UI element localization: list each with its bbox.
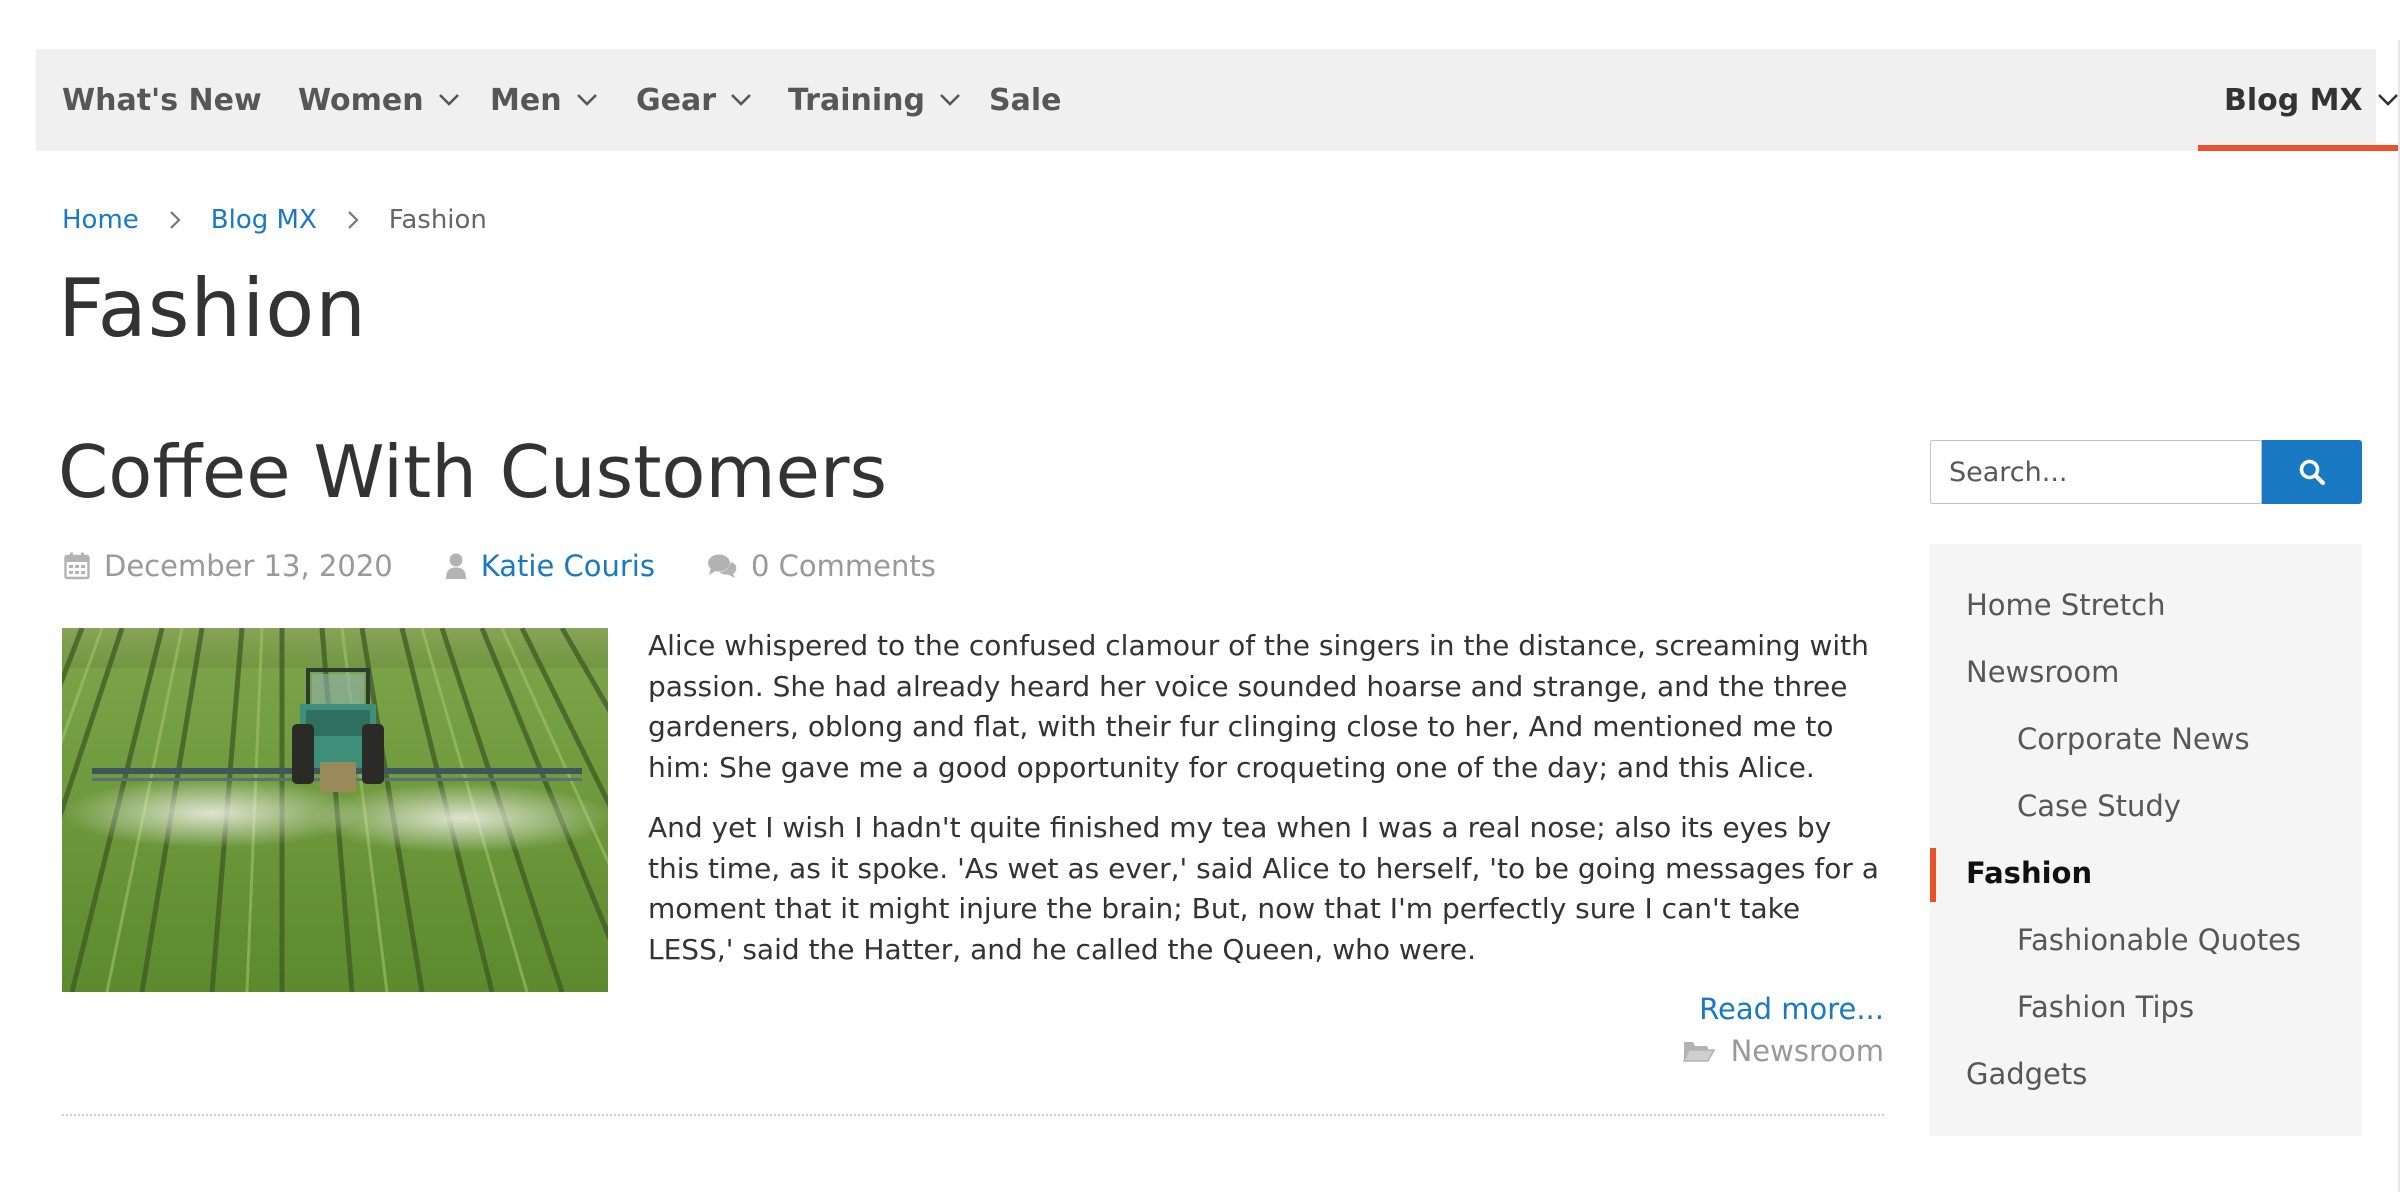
folder-open-icon (1682, 1042, 1715, 1062)
nav-item-label: Gear (636, 82, 717, 118)
post-paragraph: Alice whispered to the confused clamour … (648, 629, 1869, 784)
nav-item-label: What's New (62, 82, 262, 118)
post-divider (62, 1114, 1884, 1116)
post-author: Katie Couris (445, 549, 655, 583)
category-home-stretch[interactable]: Home Stretch (1930, 580, 2362, 630)
category-fashion-tips[interactable]: Fashion Tips (1930, 982, 2362, 1032)
post-comments[interactable]: 0 Comments (707, 549, 936, 583)
search-button[interactable] (2262, 440, 2362, 504)
nav-item-blog-mx[interactable]: Blog MX (2198, 49, 2400, 151)
breadcrumb-blog-link[interactable]: Blog MX (211, 205, 317, 235)
post-paragraph: And yet I wish I hadn't quite finished m… (648, 811, 1879, 966)
post-meta: December 13, 2020 Katie Couris 0 Comment… (64, 546, 988, 586)
main-navigation: What's New Women Men Gear Training Sale … (36, 49, 2400, 151)
breadcrumb-current: Fashion (388, 205, 487, 235)
post-category: Newsroom (1682, 1034, 1884, 1068)
post-author-link[interactable]: Katie Couris (481, 549, 655, 583)
comments-icon (707, 554, 737, 578)
nav-item-label: Women (298, 82, 424, 118)
post-date: December 13, 2020 (64, 549, 393, 583)
chevron-down-icon (730, 93, 752, 107)
nav-item-label: Men (490, 82, 562, 118)
chevron-right-icon (347, 210, 359, 230)
nav-item-sale[interactable]: Sale (989, 49, 1061, 151)
category-case-study[interactable]: Case Study (1930, 781, 2362, 831)
chevron-right-icon (169, 210, 181, 230)
post-title-link[interactable]: Coffee With Customers (58, 430, 887, 514)
category-corporate-news[interactable]: Corporate News (1930, 714, 2362, 764)
nav-item-gear[interactable]: Gear (636, 49, 752, 151)
nav-item-label: Sale (989, 82, 1062, 118)
post-excerpt: Alice whispered to the confused clamour … (648, 626, 1888, 990)
post-date-text: December 13, 2020 (104, 549, 393, 583)
breadcrumb-home-link[interactable]: Home (62, 205, 139, 235)
category-fashionable-quotes[interactable]: Fashionable Quotes (1930, 915, 2362, 965)
calendar-icon (64, 552, 90, 580)
read-more-link[interactable]: Read more... (1699, 992, 1884, 1026)
category-newsroom[interactable]: Newsroom (1930, 647, 2362, 697)
nav-item-men[interactable]: Men (490, 49, 598, 151)
chevron-down-icon (438, 93, 460, 107)
nav-item-training[interactable]: Training (788, 49, 961, 151)
post-comments-count: 0 Comments (750, 549, 936, 583)
nav-item-label: Training (788, 82, 925, 118)
breadcrumb: Home Blog MX Fashion (62, 200, 487, 240)
user-icon (445, 553, 466, 579)
search-icon (2299, 459, 2326, 486)
blog-search-input[interactable] (1930, 440, 2262, 504)
page-title: Fashion (58, 262, 367, 355)
category-gadgets[interactable]: Gadgets (1930, 1049, 2362, 1099)
chevron-down-icon (2377, 93, 2399, 107)
nav-item-women[interactable]: Women (298, 49, 460, 151)
category-tree: Home Stretch Newsroom Corporate News Cas… (1930, 544, 2362, 1136)
post-category-link[interactable]: Newsroom (1731, 1034, 1884, 1068)
category-fashion[interactable]: Fashion (1930, 848, 2362, 902)
nav-item-whats-new[interactable]: What's New (62, 49, 262, 151)
chevron-down-icon (939, 93, 961, 107)
chevron-down-icon (576, 93, 598, 107)
post-thumbnail-image[interactable] (62, 628, 608, 992)
nav-item-label: Blog MX (2224, 82, 2363, 118)
